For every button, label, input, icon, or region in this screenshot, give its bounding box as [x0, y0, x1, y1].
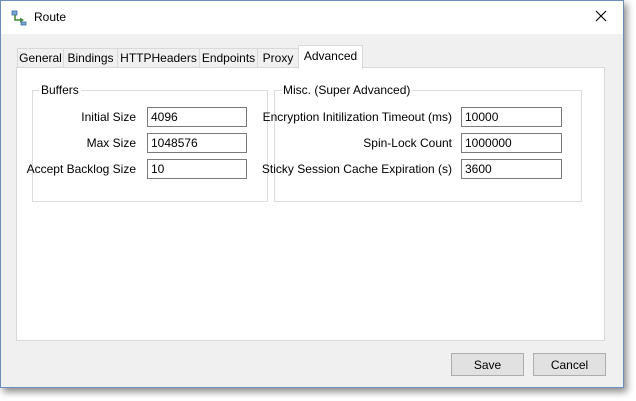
- buffers-legend: Buffers: [39, 83, 81, 97]
- tab-general[interactable]: General: [17, 48, 64, 68]
- advanced-tab-panel: Buffers Initial Size Max Size Accept Bac…: [16, 67, 605, 341]
- buffers-group: Buffers Initial Size Max Size Accept Bac…: [27, 83, 268, 202]
- misc-legend: Misc. (Super Advanced): [281, 83, 413, 97]
- initial-size-input[interactable]: [147, 107, 247, 127]
- tab-advanced[interactable]: Advanced: [298, 45, 363, 69]
- route-app-icon: [11, 10, 27, 26]
- tab-bindings[interactable]: Bindings: [63, 48, 118, 68]
- route-dialog: Route General Bindings HTTPHeaders Endpo…: [0, 0, 624, 388]
- spin-lock-count-label: Spin-Lock Count: [363, 136, 452, 150]
- max-size-input[interactable]: [147, 133, 247, 153]
- title-bar[interactable]: Route: [1, 1, 623, 34]
- sticky-session-expiration-input[interactable]: [461, 159, 562, 179]
- max-size-label: Max Size: [86, 136, 136, 150]
- tab-endpoints[interactable]: Endpoints: [199, 48, 258, 68]
- close-button[interactable]: [579, 1, 623, 34]
- tab-proxy[interactable]: Proxy: [257, 48, 299, 68]
- accept-backlog-size-input[interactable]: [147, 159, 247, 179]
- accept-backlog-size-label: Accept Backlog Size: [26, 162, 136, 176]
- close-icon: [595, 10, 607, 25]
- sticky-session-expiration-label: Sticky Session Cache Expiration (s): [261, 162, 452, 176]
- misc-group: Misc. (Super Advanced) Encryption Initil…: [262, 83, 582, 202]
- cancel-button[interactable]: Cancel: [533, 353, 606, 376]
- spin-lock-count-input[interactable]: [461, 133, 562, 153]
- save-button[interactable]: Save: [451, 353, 524, 376]
- encryption-timeout-label: Encryption Initilization Timeout (ms): [262, 110, 452, 124]
- window-title: Route: [34, 10, 67, 24]
- initial-size-label: Initial Size: [81, 110, 136, 124]
- tab-httpheaders[interactable]: HTTPHeaders: [117, 48, 200, 68]
- encryption-timeout-input[interactable]: [461, 107, 562, 127]
